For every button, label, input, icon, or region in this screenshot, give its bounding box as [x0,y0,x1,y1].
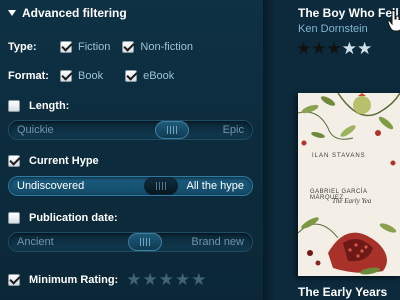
length-slider-handle[interactable] [154,121,189,139]
length-checkbox[interactable] [8,100,20,112]
non-fiction-option[interactable]: Non-fiction [122,41,193,53]
rating-filter-row[interactable]: Minimum Rating: ★ ★ ★ ★ ★ [8,271,207,288]
book-cover-image[interactable]: ILAN STAVANS GABRIEL GARCÍA MÁRQUEZ The … [298,93,400,276]
ebook-checkbox[interactable] [125,70,138,82]
hype-min-label: Undiscovered [17,180,85,192]
type-filter-row: Type: Fiction Non-fiction [8,41,193,53]
star-icon[interactable]: ★ [142,271,157,288]
fiction-label[interactable]: Fiction [78,41,110,53]
pubdate-max-label: Brand new [191,236,244,248]
hype-filter-row[interactable]: Current Hype [8,155,99,167]
star-icon[interactable]: ★ [126,271,141,288]
non-fiction-label[interactable]: Non-fiction [140,41,193,53]
advanced-filtering-header[interactable]: Advanced filtering [8,5,127,21]
length-max-label: Epic [222,124,244,136]
fiction-checkbox[interactable] [60,41,72,53]
pubdate-min-label: Ancient [17,236,54,248]
length-min-label: Quickie [17,124,54,136]
star-icon[interactable]: ★ [191,271,206,288]
length-slider[interactable]: Quickie Epic [8,120,253,140]
book-rating-stars: ★ ★ ★ ★ ★ [296,40,372,57]
format-filter-row: Format: Book eBook [8,70,174,82]
hype-slider[interactable]: Undiscovered All the hype [8,176,253,196]
book-checkbox[interactable] [60,70,72,82]
ebook-label[interactable]: eBook [143,70,174,82]
book-title-link[interactable]: The Early Years [298,285,387,299]
star-icon: ★ [326,39,342,58]
length-filter-row[interactable]: Length: [8,100,69,112]
collapse-triangle-icon[interactable] [8,10,16,16]
panel-title: Advanced filtering [22,6,127,20]
type-label: Type: [8,41,37,53]
hype-slider-handle[interactable] [144,177,179,195]
book-author-link[interactable]: Ken Dornstein [298,23,368,35]
non-fiction-checkbox[interactable] [122,41,135,53]
cover-title-text: The Early Yea [332,197,372,205]
cover-illustration [298,93,400,275]
star-icon: ★ [296,39,312,58]
book-title-link[interactable]: The Boy Who Fell [298,6,400,20]
rating-checkbox[interactable] [8,273,20,286]
pubdate-slider[interactable]: Ancient Brand new [8,232,253,252]
pubdate-slider-handle[interactable] [127,233,162,251]
star-icon[interactable]: ★ [175,271,190,288]
hand-cursor-icon [387,10,400,32]
pubdate-label[interactable]: Publication date: [29,212,118,224]
pubdate-filter-row[interactable]: Publication date: [8,212,118,224]
cover-author-text: ILAN STAVANS [312,153,366,159]
fiction-option[interactable]: Fiction [60,41,110,53]
format-label: Format: [8,70,49,82]
hype-checkbox[interactable] [8,155,20,167]
panel-divider [263,0,275,300]
rating-label[interactable]: Minimum Rating: [29,274,118,286]
hype-label[interactable]: Current Hype [29,155,99,167]
star-icon[interactable]: ★ [159,271,174,288]
pubdate-checkbox[interactable] [8,212,20,224]
book-option[interactable]: Book [60,70,103,82]
rating-stars[interactable]: ★ ★ ★ ★ ★ [126,271,207,288]
hype-max-label: All the hype [186,180,244,192]
star-icon: ★ [341,39,357,58]
length-label[interactable]: Length: [29,100,69,112]
book-label[interactable]: Book [78,70,103,82]
ebook-option[interactable]: eBook [125,70,174,82]
star-icon: ★ [357,39,373,58]
star-icon: ★ [311,39,327,58]
